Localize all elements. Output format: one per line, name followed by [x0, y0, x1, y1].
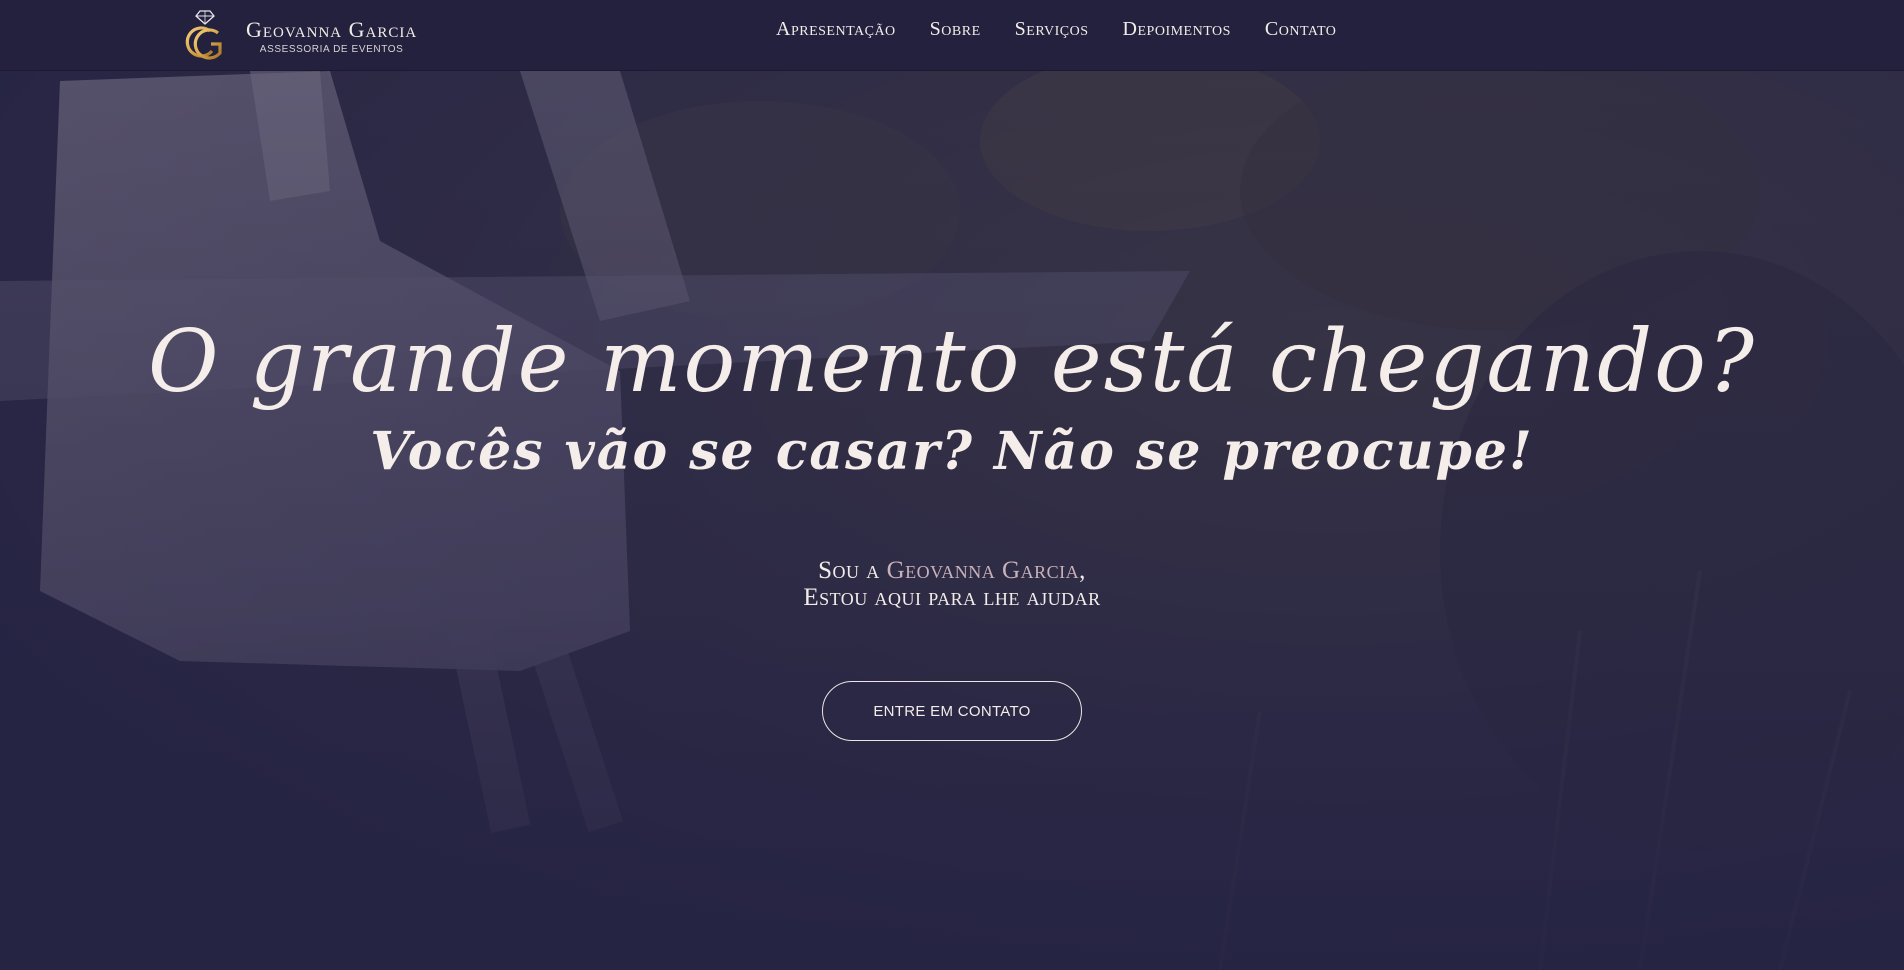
brand-logo-link[interactable]: Geovanna Garcia ASSESSORIA DE EVENTOS	[180, 7, 417, 65]
contact-cta-button[interactable]: ENTRE EM CONTATO	[822, 681, 1082, 741]
nav-item-sobre[interactable]: Sobre	[930, 18, 981, 41]
brand-name: Geovanna Garcia	[246, 16, 418, 42]
intro-line2: Estou aqui para lhe ajudar	[803, 584, 1101, 611]
nav-item-depoimentos[interactable]: Depoimentos	[1123, 18, 1231, 41]
brand-text: Geovanna Garcia ASSESSORIA DE EVENTOS	[246, 16, 418, 55]
nav-item-apresentacao[interactable]: Apresentação	[776, 18, 896, 41]
nav-item-servicos[interactable]: Serviços	[1015, 18, 1089, 41]
site-header: Geovanna Garcia ASSESSORIA DE EVENTOS Ap…	[0, 0, 1904, 71]
hero-section: O grande momento está chegando? Vocês vã…	[0, 71, 1904, 970]
intro-prefix: Sou a	[818, 557, 887, 584]
brand-tagline: ASSESSORIA DE EVENTOS	[259, 43, 404, 55]
intro-suffix: ,	[1079, 557, 1086, 584]
gg-monogram-logo-icon	[185, 10, 222, 60]
hero-subheadline: Vocês vão se casar? Não se preocupe!	[370, 421, 1534, 482]
hero-intro: Sou a Geovanna Garcia, Estou aqui para l…	[0, 557, 1904, 611]
main-nav: Apresentação Sobre Serviços Depoimentos …	[776, 18, 1336, 41]
hero-content: O grande momento está chegando? Vocês vã…	[0, 71, 1904, 970]
intro-name: Geovanna Garcia	[886, 557, 1080, 584]
hero-headline: O grande momento está chegando?	[147, 312, 1757, 412]
nav-item-contato[interactable]: Contato	[1265, 18, 1336, 41]
